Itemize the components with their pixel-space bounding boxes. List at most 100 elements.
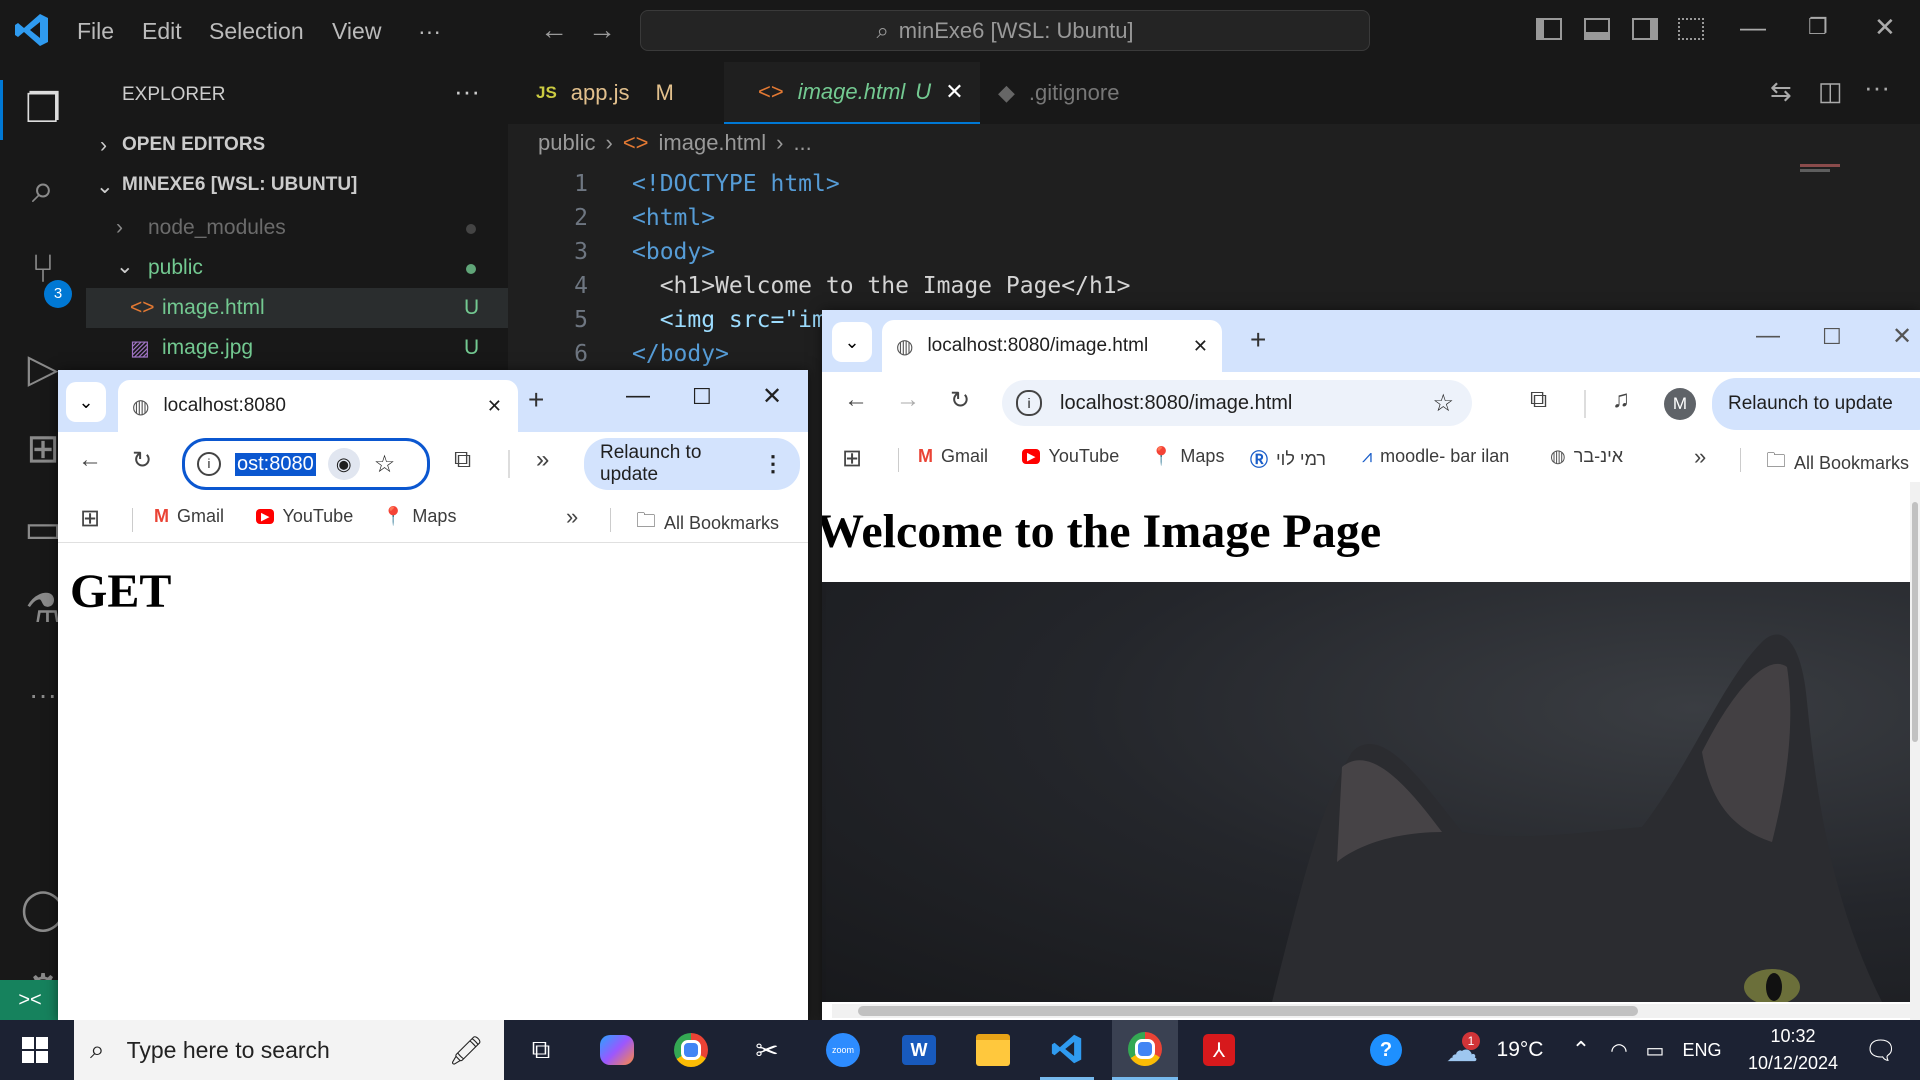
tab-close-icon[interactable]: ✕ (945, 79, 963, 105)
weather-cloud-icon[interactable]: ☁ (1440, 1020, 1484, 1080)
split-editor-icon[interactable]: ◫ (1818, 76, 1843, 107)
battery-icon[interactable]: ▭ (1640, 1020, 1670, 1080)
tab-close-icon[interactable]: ✕ (1193, 336, 1208, 357)
tree-item-image-jpg[interactable]: ▨ image.jpg U (86, 328, 508, 368)
tab-gitignore[interactable]: ◆ .gitignore (998, 62, 1178, 124)
bookmark-rami-levy[interactable]: Ⓡ רמי לוי (1250, 446, 1326, 472)
vscode-taskbar-icon[interactable] (1040, 1020, 1094, 1080)
vertical-scrollbar[interactable] (1910, 482, 1920, 1022)
task-view-icon[interactable]: ⧉ (516, 1020, 566, 1080)
chrome-active-taskbar-icon[interactable] (1112, 1020, 1178, 1080)
minimize-icon[interactable]: — (1740, 12, 1766, 43)
taskbar-search-box[interactable]: ⌕ Type here to search 🖍 (74, 1020, 504, 1080)
extensions-icon[interactable]: ⧉ (1530, 386, 1547, 414)
breadcrumb-public[interactable]: public (538, 130, 595, 156)
relaunch-button[interactable]: Relaunch to update (1712, 378, 1920, 430)
address-bar[interactable]: i ost:8080 ◉ ☆ (182, 438, 430, 490)
customize-layout-icon[interactable] (1678, 18, 1704, 40)
apps-grid-icon[interactable]: ⊞ (842, 444, 862, 473)
relaunch-button[interactable]: Relaunch to update ⋮ (584, 438, 800, 490)
back-icon[interactable]: ← (78, 446, 102, 474)
address-bar[interactable]: i localhost:8080/image.html ☆ (1002, 380, 1472, 426)
minimize-icon[interactable]: — (1756, 322, 1780, 350)
tab-search-icon[interactable]: ⌄ (66, 382, 106, 422)
start-button[interactable] (0, 1020, 70, 1080)
menu-edit[interactable]: Edit (142, 18, 182, 45)
browser-tab[interactable]: ◍ localhost:8080 ✕ (118, 380, 518, 432)
reload-icon[interactable]: ↻ (132, 446, 152, 475)
bookmark-youtube[interactable]: ▶ YouTube (1022, 446, 1119, 467)
language-indicator[interactable]: ENG (1676, 1020, 1728, 1080)
lens-icon[interactable]: ◉ (327, 448, 360, 480)
network-icon[interactable]: ◠ (1604, 1020, 1634, 1080)
menu-more[interactable]: ··· (418, 18, 441, 45)
chevron-down-icon[interactable]: ⌄ (96, 174, 114, 199)
all-bookmarks[interactable]: 🗀 All Bookmarks (636, 506, 779, 540)
weather-temp[interactable]: 19°C (1488, 1020, 1552, 1080)
reload-icon[interactable]: ↻ (950, 386, 970, 415)
open-editors-section[interactable]: OPEN EDITORS (122, 134, 265, 156)
compare-changes-icon[interactable]: ⇆ (1770, 76, 1792, 107)
search-icon[interactable]: ⌕ (18, 164, 68, 214)
menu-file[interactable]: File (77, 18, 114, 45)
copilot-icon[interactable] (590, 1020, 644, 1080)
menu-selection[interactable]: Selection (209, 18, 304, 45)
tree-item-public[interactable]: ⌄ public (86, 248, 508, 288)
file-explorer-icon[interactable] (966, 1020, 1020, 1080)
menu-kebab-icon[interactable]: ⋮ (762, 451, 784, 477)
bookmark-moodle[interactable]: ⩘ moodle- bar ilan (1362, 446, 1509, 467)
bookmark-maps[interactable]: 📍 Maps (382, 506, 456, 527)
toggle-sidebar-icon[interactable] (1536, 18, 1562, 40)
toggle-secondary-sidebar-icon[interactable] (1632, 18, 1658, 40)
acrobat-icon[interactable]: ⅄ (1192, 1020, 1246, 1080)
tab-search-icon[interactable]: ⌄ (832, 322, 872, 362)
bookmark-star-icon[interactable]: ☆ (1432, 389, 1454, 418)
minimap[interactable] (1800, 164, 1850, 178)
chrome-taskbar-icon[interactable] (664, 1020, 718, 1080)
help-icon[interactable]: ? (1364, 1020, 1408, 1080)
minimize-icon[interactable]: — (626, 382, 650, 410)
toggle-panel-icon[interactable] (1584, 18, 1610, 40)
remote-indicator[interactable]: >< (0, 980, 60, 1020)
more-toolbar-icon[interactable]: » (536, 446, 549, 474)
tree-item-node-modules[interactable]: › node_modules (86, 208, 508, 248)
breadcrumb-symbol[interactable]: ... (793, 130, 811, 156)
apps-grid-icon[interactable]: ⊞ (80, 504, 100, 533)
close-icon[interactable]: ✕ (1892, 322, 1912, 351)
bookmark-gmail[interactable]: M Gmail (154, 506, 224, 527)
extensions-icon[interactable]: ⧉ (454, 446, 471, 474)
browser-tab[interactable]: ◍ localhost:8080/image.html ✕ (882, 320, 1222, 372)
more-bookmarks-icon[interactable]: » (1694, 444, 1706, 470)
bookmark-gmail[interactable]: M Gmail (918, 446, 988, 467)
notifications-icon[interactable]: 🗨 (1856, 1020, 1906, 1080)
editor-more-icon[interactable]: ··· (1864, 72, 1890, 103)
chevron-up-icon[interactable]: ⌃ (1566, 1020, 1596, 1080)
more-bookmarks-icon[interactable]: » (566, 504, 578, 530)
word-icon[interactable]: W (892, 1020, 946, 1080)
media-control-icon[interactable]: ♫ (1612, 386, 1630, 414)
horizontal-scrollbar[interactable] (832, 1004, 1912, 1018)
restore-icon[interactable]: ❐ (1808, 14, 1828, 40)
bookmark-maps[interactable]: 📍 Maps (1150, 446, 1224, 467)
close-icon[interactable]: ✕ (762, 382, 782, 411)
all-bookmarks[interactable]: 🗀 All Bookmarks (1766, 446, 1909, 480)
breadcrumb-file[interactable]: image.html (659, 130, 767, 156)
new-tab-icon[interactable]: + (1250, 324, 1266, 356)
command-center[interactable]: ⌕ minExe6 [WSL: Ubuntu] (640, 10, 1370, 51)
tab-close-icon[interactable]: ✕ (487, 396, 502, 417)
menu-view[interactable]: View (332, 18, 381, 45)
tab-app-js[interactable]: JS app.js M (536, 62, 716, 124)
chevron-right-icon[interactable]: › (100, 134, 107, 158)
forward-icon[interactable]: → (896, 386, 920, 414)
explorer-more-icon[interactable]: ··· (454, 76, 480, 107)
profile-avatar[interactable]: M (1664, 388, 1696, 420)
workspace-section[interactable]: MINEXE6 [WSL: UBUNTU] (122, 174, 357, 196)
new-tab-icon[interactable]: + (528, 384, 544, 416)
close-icon[interactable]: ✕ (1874, 12, 1896, 43)
clock[interactable]: 10:32 10/12/2024 (1738, 1026, 1848, 1076)
back-arrow-icon[interactable]: ← (540, 14, 568, 46)
tree-item-image-html[interactable]: <> image.html U (86, 288, 508, 328)
maximize-icon[interactable]: ☐ (692, 384, 712, 410)
forward-arrow-icon[interactable]: → (588, 14, 616, 46)
explorer-icon[interactable]: ❐ (18, 84, 68, 134)
